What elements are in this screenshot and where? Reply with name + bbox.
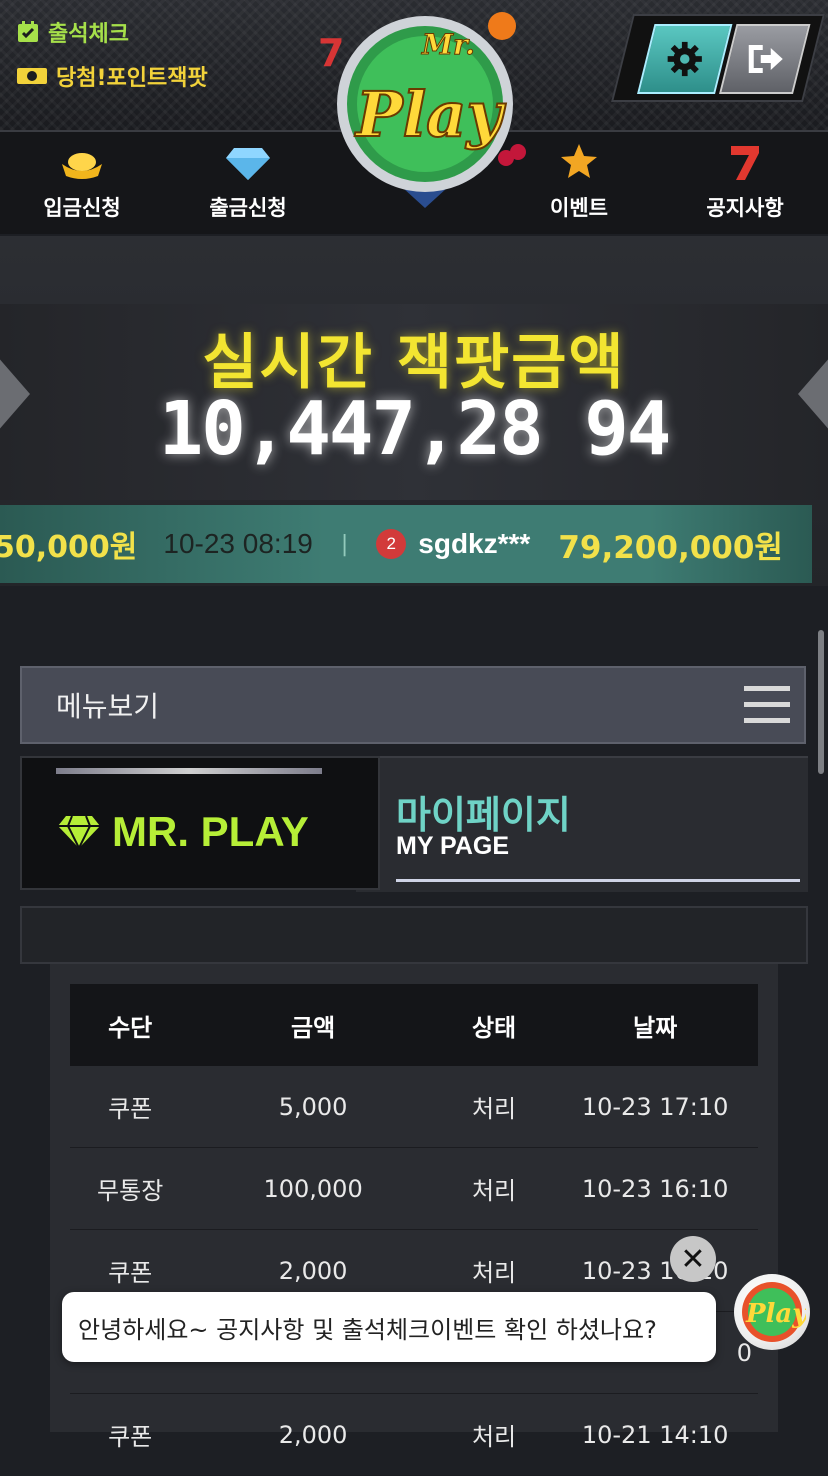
settings-button[interactable] — [637, 24, 733, 94]
cell-amount: 100,000 — [190, 1147, 436, 1230]
seven-icon — [731, 146, 759, 180]
point-jackpot-label: 당첨!포인트잭팟 — [56, 66, 208, 91]
col-header-method: 수단 — [70, 984, 191, 1066]
col-header-status: 상태 — [435, 984, 553, 1066]
cell-date: 10-23 17:10 — [552, 1066, 758, 1148]
svg-text:7: 7 — [318, 31, 344, 75]
brand-text: MR. PLAY — [112, 808, 309, 855]
cell-status: 처리 — [435, 1393, 553, 1476]
brand-box: MR. PLAY — [20, 756, 380, 890]
header-actions — [611, 14, 825, 102]
col-header-amount: 금액 — [190, 984, 436, 1066]
mypage-underline — [396, 879, 800, 882]
history-table: 수단 금액 상태 날짜 쿠폰 5,000 처리 10-23 17:10 무통장 … — [70, 984, 758, 1476]
gear-icon — [667, 41, 702, 77]
attendance-check-link[interactable]: 출석체크 — [16, 16, 129, 48]
cell-amount: 5,000 — [190, 1066, 436, 1148]
star-icon — [561, 144, 597, 178]
table-row: 쿠폰 2,000 처리 10-21 14:10 — [70, 1393, 758, 1476]
diamond-icon — [58, 815, 100, 850]
cell-method: 쿠폰 — [70, 1066, 191, 1148]
point-jackpot-link[interactable]: 당첨!포인트잭팟 — [16, 60, 208, 92]
chat-message-bubble[interactable]: 안녕하세요~ 공지사항 및 출석체크이벤트 확인 하셨나요? — [62, 1292, 716, 1362]
attendance-check-label: 출석체크 — [48, 22, 129, 47]
nav-deposit-label: 입금신청 — [43, 196, 121, 220]
ticker-amount: 79,200,000원 — [558, 529, 783, 566]
mr-play-mini-logo-icon: Play — [742, 1282, 806, 1342]
cell-status: 처리 — [435, 1066, 553, 1148]
cell-method: 무통장 — [70, 1147, 191, 1230]
mypage-title-en: MY PAGE — [396, 832, 509, 860]
brand-label: MR. PLAY — [58, 808, 309, 856]
ticker-user: sgdkz*** — [418, 528, 531, 559]
winner-ticker: 50,000원 10-23 08:19 | 2 sgdkz*** 79,200,… — [0, 505, 812, 583]
cell-date: 10-23 16:10 — [552, 1147, 758, 1230]
logo-mr-text: Mr. — [421, 28, 475, 61]
gold-ingot-icon — [62, 153, 102, 179]
table-row: 무통장 100,000 처리 10-23 16:10 — [70, 1147, 758, 1230]
hamburger-icon[interactable] — [744, 686, 790, 726]
col-header-date: 날짜 — [552, 984, 758, 1066]
nav-notice[interactable]: 공지사항 — [680, 142, 810, 222]
svg-text:Play: Play — [745, 1299, 806, 1329]
cell-amount: 2,000 — [190, 1393, 436, 1476]
cell-date: 10-21 14:10 — [552, 1393, 758, 1476]
nav-notice-label: 공지사항 — [706, 196, 784, 220]
cell-status: 처리 — [435, 1147, 553, 1230]
mypage-header: 마이페이지 MY PAGE MR. PLAY — [20, 756, 808, 896]
nav-event[interactable]: 이벤트 — [514, 142, 644, 222]
table-row: 쿠폰 5,000 처리 10-23 17:10 — [70, 1066, 758, 1148]
chat-launcher-avatar[interactable]: Play — [734, 1274, 810, 1350]
cash-icon — [17, 68, 47, 84]
cell-method: 쿠폰 — [70, 1393, 191, 1476]
mr-play-logo[interactable]: 7 Mr. Play — [318, 8, 532, 214]
ticker-rank-badge: 2 — [376, 529, 407, 559]
ticker-date: 10-23 08:19 — [163, 528, 313, 559]
ticker-prev-amount: 50,000원 — [0, 530, 138, 565]
menu-toggle-bar[interactable]: 메뉴보기 — [20, 666, 806, 744]
logo-play-text: Play — [354, 78, 506, 151]
nav-withdraw-label: 출금신청 — [209, 196, 287, 220]
diamond-icon — [226, 148, 270, 180]
jackpot-section: 실시간 잭팟금액 10,447,28 94 50,000원 10-23 08:1… — [0, 236, 828, 586]
panel-top-bar — [20, 906, 808, 964]
page-scrollbar[interactable] — [818, 630, 824, 774]
mypage-title-box: 마이페이지 MY PAGE — [356, 756, 808, 892]
menu-label: 메뉴보기 — [56, 690, 160, 723]
logout-icon — [748, 45, 783, 73]
chat-message-text: 안녕하세요~ 공지사항 및 출석체크이벤트 확인 하셨나요? — [78, 1315, 657, 1344]
calendar-check-icon — [18, 21, 38, 42]
brand-lights — [56, 768, 322, 774]
jackpot-amount: 10,447,28 94 — [158, 386, 672, 472]
table-header-row: 수단 금액 상태 날짜 — [70, 984, 758, 1066]
mypage-title-ko: 마이페이지 — [396, 793, 571, 837]
close-icon[interactable]: ✕ — [670, 1236, 716, 1282]
nav-event-label: 이벤트 — [550, 196, 608, 220]
nav-deposit[interactable]: 입금신청 — [17, 142, 147, 222]
nav-withdraw[interactable]: 출금신청 — [183, 142, 313, 222]
logout-button[interactable] — [719, 24, 811, 94]
ticker-separator: | — [340, 531, 349, 557]
